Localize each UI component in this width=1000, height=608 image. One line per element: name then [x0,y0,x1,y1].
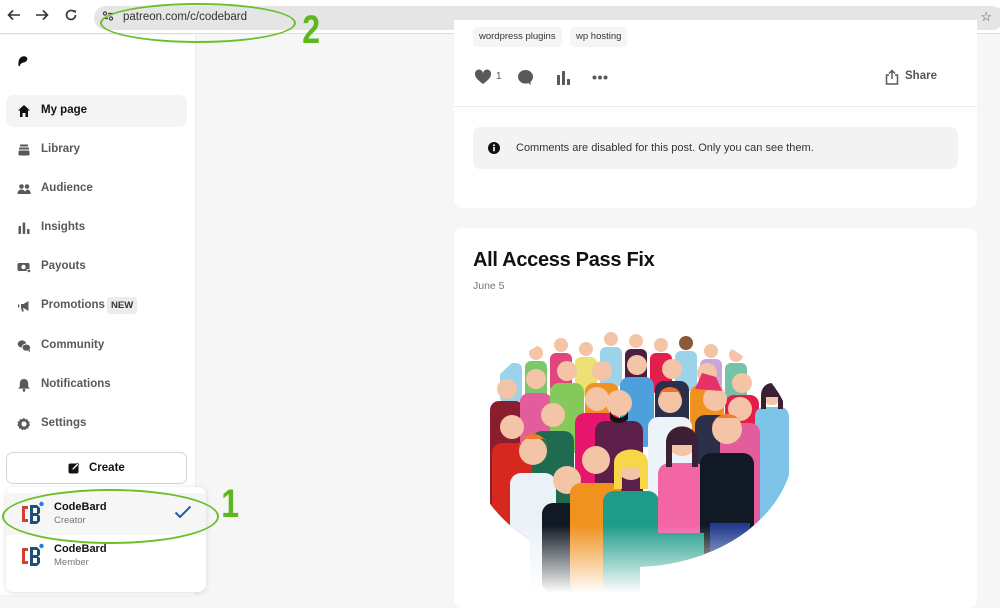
sidebar-item-label: Payouts [41,260,86,272]
insights-bar-chart-icon[interactable] [556,70,571,85]
sidebar-item-settings[interactable]: Settings [6,408,187,440]
share-button[interactable]: Share [885,68,957,86]
heart-like-icon[interactable] [474,69,492,85]
checkmark-icon [174,505,192,519]
post-tag[interactable]: wordpress plugins [473,27,562,47]
url-text[interactable]: patreon.com/c/codebard [123,11,247,23]
edit-icon [68,462,80,474]
arrow-left-icon [7,9,20,21]
account-role: Member [54,557,89,568]
account-switcher-menu: CodeBard Creator CodeBard Member [6,487,206,592]
create-button[interactable]: Create [6,452,187,484]
create-button-label: Create [89,462,125,474]
bar-chart-icon [18,222,30,234]
sidebar-item-payouts[interactable]: Payouts [6,251,187,283]
annotation-number-1: 1 [221,482,240,526]
back-button[interactable] [5,8,23,26]
post-title[interactable]: All Access Pass Fix [473,249,655,272]
more-options-icon[interactable] [592,75,608,80]
patreon-logo-icon[interactable] [17,55,29,67]
new-badge: NEW [107,297,138,314]
sidebar: My page Library Audience Insights Payout… [0,35,206,595]
sidebar-item-label: Audience [41,182,93,194]
bookmark-star-icon[interactable]: ☆ [980,9,992,25]
reload-button[interactable] [62,8,80,26]
sidebar-item-audience[interactable]: Audience [6,173,187,205]
account-name: CodeBard [54,501,107,513]
info-icon [488,142,500,154]
bell-icon [18,379,30,392]
sidebar-item-promotions[interactable]: Promotions NEW [6,290,187,322]
account-role: Creator [54,515,86,526]
library-icon [18,144,30,156]
gear-icon [17,417,31,431]
post-tag[interactable]: wp hosting [570,27,628,47]
sidebar-item-label: Community [41,339,105,351]
share-label: Share [905,70,937,82]
codebard-avatar-icon [22,501,44,524]
account-name: CodeBard [54,543,107,555]
codebard-avatar-icon [22,543,44,566]
sidebar-item-library[interactable]: Library [6,134,187,166]
post-card: All Access Pass Fix June 5 [454,228,977,608]
sidebar-item-label: Insights [41,221,86,233]
sidebar-item-my-page[interactable]: My page [6,95,187,127]
sidebar-item-label: Settings [41,417,87,429]
payouts-icon [17,263,31,273]
megaphone-icon [18,301,29,312]
sidebar-item-insights[interactable]: Insights [6,212,187,244]
arrow-right-icon [36,9,49,21]
divider [454,106,977,107]
share-icon [885,69,899,85]
people-icon [17,184,31,194]
sidebar-item-label: Notifications [41,378,111,390]
sidebar-item-notifications[interactable]: Notifications [6,369,187,401]
forward-button[interactable] [33,8,51,26]
home-icon [18,105,30,117]
account-item-creator[interactable]: CodeBard Creator [6,493,206,535]
reload-icon [65,9,77,21]
sidebar-item-community[interactable]: Community [6,330,187,362]
like-count: 1 [496,71,502,82]
sidebar-item-label: My page [41,104,88,116]
site-info-icon[interactable] [100,10,116,26]
sidebar-item-label: Library [41,143,80,155]
notice-text: Comments are disabled for this post. Onl… [516,142,814,154]
comments-disabled-notice: Comments are disabled for this post. Onl… [473,127,958,169]
chat-bubbles-icon [17,340,31,353]
post-card: wordpress plugins wp hosting 1 Share Com… [454,20,977,208]
sidebar-item-label: Promotions [41,299,105,311]
comment-icon[interactable] [517,69,534,86]
account-item-member[interactable]: CodeBard Member [6,535,206,577]
crowd-illustration[interactable] [470,323,794,593]
post-date: June 5 [473,280,505,292]
